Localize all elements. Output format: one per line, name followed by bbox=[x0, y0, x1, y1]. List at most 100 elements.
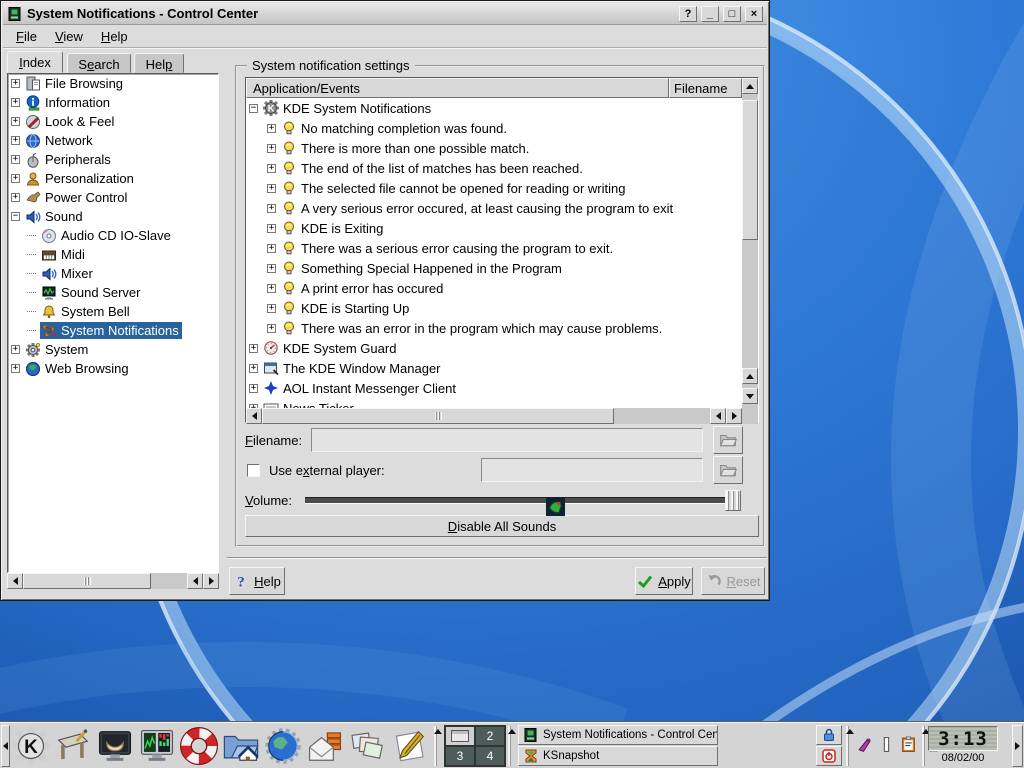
sidebar-item[interactable]: Midi bbox=[8, 245, 218, 264]
expand-toggle[interactable]: + bbox=[267, 284, 276, 293]
column-header-application-events[interactable]: Application/Events bbox=[246, 78, 669, 98]
sidebar-item[interactable]: +System bbox=[8, 340, 218, 359]
menu-file[interactable]: File bbox=[7, 27, 46, 46]
expand-toggle[interactable]: + bbox=[249, 344, 258, 353]
images-launcher[interactable] bbox=[348, 727, 386, 765]
external-player-browse-button[interactable] bbox=[713, 456, 743, 484]
expand-toggle[interactable]: + bbox=[11, 136, 20, 145]
expand-toggle[interactable]: + bbox=[267, 264, 276, 273]
expand-toggle[interactable]: + bbox=[11, 364, 20, 373]
event-row[interactable]: +Something Special Happened in the Progr… bbox=[246, 258, 742, 278]
applet-handle[interactable] bbox=[846, 726, 853, 766]
scroll-left-button[interactable] bbox=[7, 573, 23, 589]
expand-toggle[interactable]: + bbox=[267, 304, 276, 313]
expand-toggle[interactable]: + bbox=[11, 345, 20, 354]
minimize-button[interactable]: _ bbox=[701, 6, 719, 22]
terminal-launcher[interactable] bbox=[96, 727, 134, 765]
event-row[interactable]: −KKDE System Notifications bbox=[246, 98, 742, 118]
event-row[interactable]: +KDE is Starting Up bbox=[246, 298, 742, 318]
expand-toggle[interactable]: + bbox=[11, 174, 20, 183]
browser-launcher[interactable] bbox=[264, 727, 302, 765]
mail-launcher[interactable] bbox=[306, 727, 344, 765]
maximize-button[interactable]: □ bbox=[723, 6, 741, 22]
help-button[interactable]: ? Help bbox=[229, 567, 285, 595]
use-external-player-checkbox[interactable] bbox=[247, 464, 260, 477]
bar-tray-icon[interactable] bbox=[878, 736, 895, 753]
scroll-right-button[interactable] bbox=[203, 573, 219, 589]
event-row[interactable]: +KDE System Guard bbox=[246, 338, 742, 358]
column-header-filename[interactable]: Filename bbox=[669, 78, 742, 98]
scroll-thumb[interactable] bbox=[23, 573, 151, 589]
menu-view[interactable]: View bbox=[46, 27, 92, 46]
filename-browse-button[interactable] bbox=[713, 426, 743, 454]
desktop-launcher[interactable] bbox=[54, 727, 92, 765]
sidebar-item[interactable]: Audio CD IO-Slave bbox=[8, 226, 218, 245]
sidebar-item[interactable]: +Web Browsing bbox=[8, 359, 218, 378]
window-help-button[interactable]: ? bbox=[679, 6, 697, 22]
event-row[interactable]: +There is more than one possible match. bbox=[246, 138, 742, 158]
logout-button[interactable] bbox=[816, 746, 842, 766]
k-menu-button[interactable]: K bbox=[12, 727, 50, 765]
pager-desktop-3[interactable]: 3 bbox=[445, 746, 475, 766]
expand-toggle[interactable]: + bbox=[11, 98, 20, 107]
sidebar-item[interactable]: +File Browsing bbox=[8, 74, 218, 93]
lock-button[interactable] bbox=[816, 725, 842, 745]
sidebar-item[interactable]: +Look & Feel bbox=[8, 112, 218, 131]
event-row[interactable]: +The selected file cannot be opened for … bbox=[246, 178, 742, 198]
event-row[interactable]: +AOL Instant Messenger Client bbox=[246, 378, 742, 398]
scroll-left-button[interactable] bbox=[246, 408, 262, 424]
brush-tray-icon[interactable] bbox=[856, 736, 873, 753]
sidebar-item[interactable]: +Peripherals bbox=[8, 150, 218, 169]
scroll-up-button[interactable] bbox=[742, 78, 758, 94]
scroll-thumb[interactable] bbox=[262, 408, 614, 424]
panel-hide-right-button[interactable] bbox=[1012, 725, 1023, 767]
event-row[interactable]: +A very serious error occured, at least … bbox=[246, 198, 742, 218]
scroll-right-button[interactable] bbox=[726, 408, 742, 424]
event-row[interactable]: +A print error has occured bbox=[246, 278, 742, 298]
sidebar-item[interactable]: System Notifications bbox=[8, 321, 218, 340]
external-player-input[interactable] bbox=[481, 458, 703, 482]
scroll-down-button[interactable] bbox=[742, 388, 758, 404]
task-button[interactable]: KSnapshot bbox=[518, 746, 718, 766]
applet-handle[interactable] bbox=[508, 726, 515, 766]
clipboard-tray-icon[interactable] bbox=[900, 736, 917, 753]
event-row[interactable]: +News Ticker bbox=[246, 398, 742, 408]
sidebar-item[interactable]: +Network bbox=[8, 131, 218, 150]
expand-toggle[interactable]: + bbox=[11, 193, 20, 202]
sidebar-item[interactable]: +Personalization bbox=[8, 169, 218, 188]
disable-all-sounds-button[interactable]: Disable All Sounds bbox=[245, 515, 759, 537]
events-horizontal-scrollbar[interactable] bbox=[246, 408, 742, 424]
tab-index[interactable]: Index bbox=[7, 51, 63, 73]
close-button[interactable]: × bbox=[745, 6, 763, 22]
help-launcher[interactable] bbox=[180, 727, 218, 765]
expand-toggle[interactable]: + bbox=[249, 364, 258, 373]
scroll-left-button[interactable] bbox=[187, 573, 203, 589]
expand-toggle[interactable]: + bbox=[11, 155, 20, 164]
reset-button[interactable]: Reset bbox=[701, 567, 765, 595]
expand-toggle[interactable]: + bbox=[267, 324, 276, 333]
volume-slider-groove[interactable] bbox=[305, 497, 725, 504]
titlebar[interactable]: System Notifications - Control Center ? … bbox=[3, 3, 767, 25]
sidebar-horizontal-scrollbar[interactable] bbox=[7, 573, 219, 589]
expand-toggle[interactable]: + bbox=[267, 184, 276, 193]
expand-toggle[interactable]: + bbox=[267, 144, 276, 153]
expand-toggle[interactable]: + bbox=[267, 164, 276, 173]
expand-toggle[interactable]: + bbox=[267, 224, 276, 233]
event-row[interactable]: +The KDE Window Manager bbox=[246, 358, 742, 378]
menu-help[interactable]: Help bbox=[92, 27, 137, 46]
home-launcher[interactable] bbox=[222, 727, 260, 765]
filename-input[interactable] bbox=[311, 428, 703, 452]
expand-toggle[interactable]: + bbox=[11, 117, 20, 126]
sidebar-item[interactable]: Sound Server bbox=[8, 283, 218, 302]
scroll-left-button[interactable] bbox=[710, 408, 726, 424]
apply-button[interactable]: Apply bbox=[635, 567, 693, 595]
panel-hide-left-button[interactable] bbox=[1, 725, 10, 767]
writer-launcher[interactable] bbox=[390, 727, 428, 765]
pager-desktop-4[interactable]: 4 bbox=[475, 746, 505, 766]
expand-toggle[interactable]: + bbox=[267, 124, 276, 133]
event-row[interactable]: +KDE is Exiting bbox=[246, 218, 742, 238]
sidebar-item[interactable]: +Information bbox=[8, 93, 218, 112]
clock-applet[interactable]: 3:13 08/02/00 bbox=[928, 726, 998, 766]
pager-desktop-2[interactable]: 2 bbox=[475, 726, 505, 746]
expand-toggle[interactable]: + bbox=[267, 244, 276, 253]
